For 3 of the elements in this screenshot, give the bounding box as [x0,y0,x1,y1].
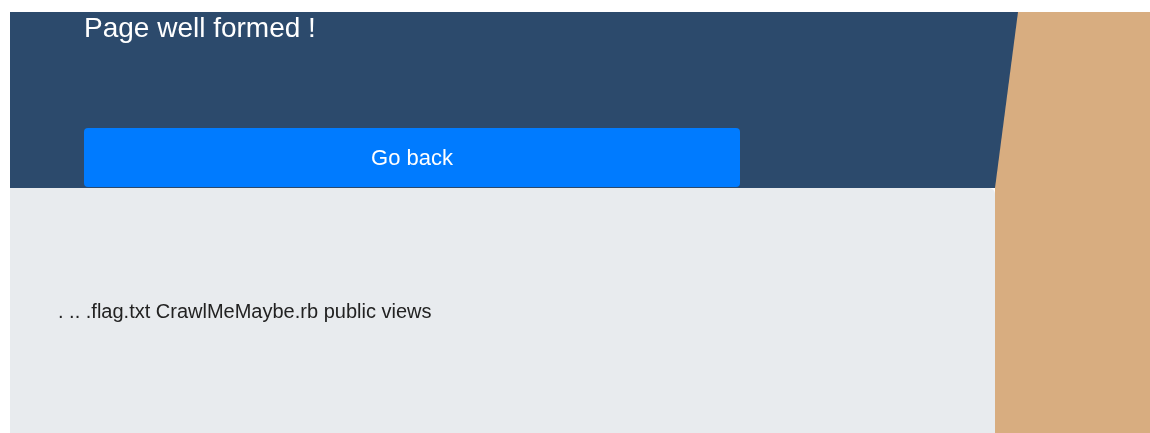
file-listing-text: . .. .flag.txt CrawlMeMaybe.rb public views [58,299,433,324]
status-message: Page well formed ! [84,12,317,44]
go-back-button[interactable]: Go back [84,128,740,187]
